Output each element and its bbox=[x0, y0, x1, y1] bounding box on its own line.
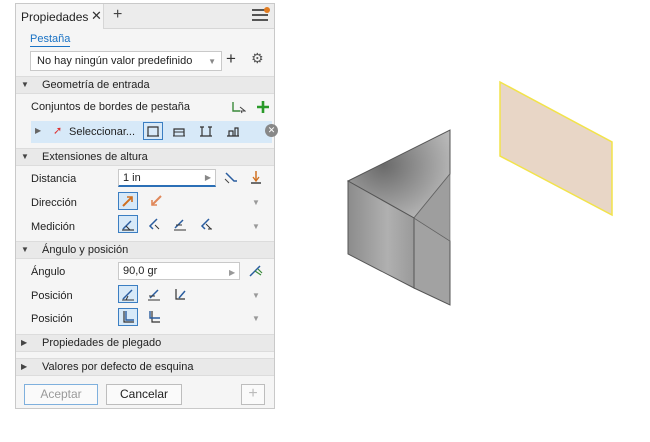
section-height-title: Extensiones de altura bbox=[42, 151, 148, 163]
clear-selection-icon[interactable]: ✕ bbox=[265, 124, 278, 137]
position-2-option-1-button[interactable] bbox=[118, 308, 138, 326]
flange-type-4-button[interactable] bbox=[223, 122, 243, 140]
ok-button[interactable]: Aceptar bbox=[24, 384, 98, 405]
measure-type-2-button[interactable] bbox=[144, 215, 164, 233]
gear-icon[interactable]: ⚙ bbox=[251, 50, 264, 67]
chevron-down-icon[interactable]: ▼ bbox=[252, 314, 260, 323]
chevron-down-icon[interactable]: ▼ bbox=[252, 222, 260, 231]
apply-add-button[interactable]: + bbox=[241, 384, 265, 405]
edge-sets-label: Conjuntos de bordes de pestaña bbox=[31, 101, 191, 113]
select-cursor-icon: ➚ bbox=[53, 125, 63, 137]
flange-type-3-button[interactable] bbox=[196, 122, 216, 140]
distance-input[interactable]: 1 in ▶ bbox=[118, 169, 216, 187]
position-2-option-2-button[interactable] bbox=[144, 308, 164, 326]
properties-panel: Propiedades ✕ + Pestaña No hay ningún va… bbox=[15, 3, 278, 409]
tab-bar: Propiedades ✕ + bbox=[16, 4, 274, 29]
measure-type-1-button[interactable] bbox=[118, 215, 138, 233]
section-corner-title: Valores por defecto de esquina bbox=[42, 361, 194, 373]
close-icon[interactable]: ✕ bbox=[91, 8, 102, 24]
add-tab-icon[interactable]: + bbox=[113, 6, 122, 24]
height-datum-icon[interactable] bbox=[246, 168, 266, 186]
collapse-triangle-icon: ▼ bbox=[21, 245, 29, 254]
distance-label: Distancia bbox=[31, 173, 77, 185]
chevron-down-icon[interactable]: ▼ bbox=[252, 291, 260, 300]
direction-flip-2-button[interactable] bbox=[146, 192, 166, 210]
notification-dot bbox=[264, 7, 270, 13]
measurement-label: Medición bbox=[31, 221, 76, 233]
select-label: Seleccionar... bbox=[69, 126, 136, 138]
angle-value: 90,0 gr bbox=[123, 265, 158, 277]
expand-triangle-icon: ▶ bbox=[21, 338, 28, 347]
expand-triangle-icon: ▶ bbox=[21, 362, 28, 371]
measure-to-icon[interactable] bbox=[221, 168, 241, 186]
section-corner-defaults[interactable]: ▶ Valores por defecto de esquina bbox=[16, 358, 274, 376]
collapse-triangle-icon: ▼ bbox=[21, 80, 29, 89]
flange-type-1-button[interactable] bbox=[143, 122, 163, 140]
position-1-option-3-button[interactable] bbox=[170, 285, 190, 303]
distance-value: 1 in bbox=[123, 172, 141, 184]
model-viewport[interactable] bbox=[330, 70, 630, 320]
position-1-label: Posición bbox=[31, 290, 73, 302]
section-angle-position[interactable]: ▼ Ángulo y posición bbox=[16, 241, 274, 259]
cancel-button[interactable]: Cancelar bbox=[106, 384, 182, 405]
section-bend-title: Propiedades de plegado bbox=[42, 337, 162, 349]
flange-link[interactable]: Pestaña bbox=[30, 33, 71, 47]
chevron-right-icon: ▶ bbox=[204, 173, 211, 182]
selected-face-highlight[interactable] bbox=[499, 80, 613, 217]
position-2-label: Posición bbox=[31, 313, 73, 325]
angle-reference-icon[interactable] bbox=[246, 261, 266, 279]
measure-type-4-button[interactable] bbox=[196, 215, 216, 233]
angle-input[interactable]: 90,0 gr bbox=[118, 262, 240, 280]
expand-caret-icon: ▶ bbox=[35, 126, 42, 135]
preset-value: No hay ningún valor predefinido bbox=[37, 55, 193, 67]
section-geometry-title: Geometría de entrada bbox=[42, 79, 150, 91]
tab-title: Propiedades bbox=[21, 9, 89, 24]
section-bend-properties[interactable]: ▶ Propiedades de plegado bbox=[16, 334, 274, 352]
chevron-down-icon[interactable]: ▼ bbox=[252, 198, 260, 207]
section-geometry[interactable]: ▼ Geometría de entrada bbox=[16, 76, 274, 94]
collapse-triangle-icon: ▼ bbox=[21, 152, 29, 161]
chevron-down-icon: ▼ bbox=[208, 57, 216, 66]
position-1-option-2-button[interactable] bbox=[144, 285, 164, 303]
direction-flip-1-button[interactable] bbox=[118, 192, 138, 210]
tab-properties[interactable]: Propiedades ✕ bbox=[16, 4, 104, 29]
position-1-option-1-button[interactable] bbox=[118, 285, 138, 303]
measure-type-3-button[interactable] bbox=[170, 215, 190, 233]
add-preset-button[interactable]: + bbox=[226, 49, 236, 69]
chevron-right-icon[interactable]: ▶ bbox=[229, 268, 235, 277]
direction-label: Dirección bbox=[31, 197, 77, 209]
angle-label: Ángulo bbox=[31, 266, 66, 278]
sheet-metal-part[interactable] bbox=[346, 129, 451, 306]
add-edge-set-icon[interactable] bbox=[253, 98, 273, 116]
edge-select-icon[interactable] bbox=[229, 98, 249, 116]
section-height-extents[interactable]: ▼ Extensiones de altura bbox=[16, 148, 274, 166]
section-angle-title: Ángulo y posición bbox=[42, 244, 129, 256]
flange-type-2-button[interactable] bbox=[169, 122, 189, 140]
preset-dropdown[interactable]: No hay ningún valor predefinido ▼ bbox=[30, 51, 222, 71]
